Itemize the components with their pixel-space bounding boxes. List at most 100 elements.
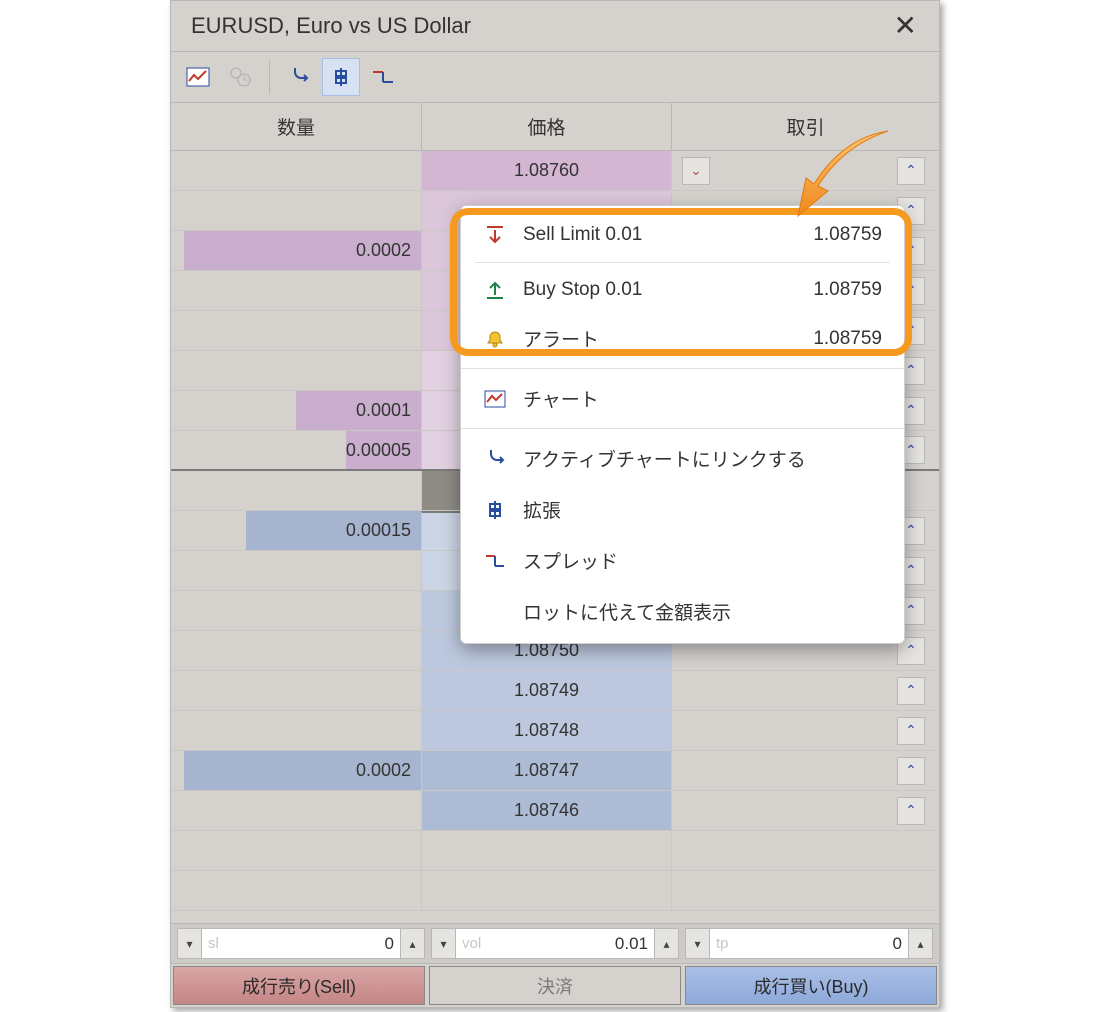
buy-chevron-button[interactable]: ⌃	[897, 677, 925, 705]
price-cell: 1.08747	[421, 751, 671, 790]
context-menu: Sell Limit 0.01 1.08759 Buy Stop 0.01 1.…	[460, 205, 905, 644]
trade-cell: ⌄⌃	[671, 791, 939, 830]
ctx-sell-limit[interactable]: Sell Limit 0.01 1.08759	[461, 212, 904, 258]
order-inputs: ▾ sl 0 ▴ ▾ vol0.01 ▴ ▾ tp 0 ▴	[171, 923, 939, 963]
close-order-button[interactable]: 決済	[429, 966, 681, 1005]
spread-icon[interactable]	[364, 58, 402, 96]
buy-chevron-button[interactable]: ⌃	[897, 717, 925, 745]
link-icon	[483, 448, 507, 470]
qty-cell: 0.00005	[171, 431, 421, 469]
trade-cell: ⌄⌃	[671, 871, 939, 910]
tp-input[interactable]: ▾ tp 0 ▴	[685, 928, 933, 959]
titlebar: EURUSD, Euro vs US Dollar ✕	[171, 1, 939, 51]
tp-value: 0	[893, 934, 902, 954]
trade-cell: ⌄⌃	[671, 711, 939, 750]
close-icon[interactable]: ✕	[884, 8, 927, 44]
sell-chevron-button[interactable]: ⌄	[682, 157, 710, 185]
buy-arrow-icon	[483, 279, 507, 301]
ctx-alert[interactable]: アラート 1.08759	[461, 313, 904, 364]
qty-cell: 0.00015	[171, 511, 421, 550]
qty-cell: 0.0002	[171, 231, 421, 270]
buy-chevron-button[interactable]: ⌃	[897, 797, 925, 825]
qty-value: 0.0001	[356, 400, 411, 421]
dom-row[interactable]: 1.08749⌄⌃	[171, 671, 939, 711]
ctx-extended-label: 拡張	[523, 496, 561, 523]
menu-separator	[461, 428, 904, 429]
clock-icon[interactable]	[221, 58, 259, 96]
qty-cell	[171, 311, 421, 350]
qty-cell	[171, 671, 421, 710]
chart-icon	[483, 390, 507, 408]
qty-cell	[171, 791, 421, 830]
chart-icon[interactable]	[179, 58, 217, 96]
ctx-show-amount-label: ロットに代えて金額表示	[523, 598, 731, 625]
buy-chevron-button[interactable]: ⌃	[897, 757, 925, 785]
qty-value: 0.0002	[356, 240, 411, 261]
dropdown-icon[interactable]: ▾	[686, 929, 710, 958]
dom-row[interactable]: 1.08748⌄⌃	[171, 711, 939, 751]
col-price[interactable]: 価格	[421, 103, 671, 150]
sell-button[interactable]: 成行売り(Sell)	[173, 966, 425, 1005]
sl-input[interactable]: ▾ sl 0 ▴	[177, 928, 425, 959]
vol-value: 0.01	[615, 934, 648, 954]
dropdown-icon[interactable]: ▾	[178, 929, 202, 958]
buy-button[interactable]: 成行買い(Buy)	[685, 966, 937, 1005]
ctx-buy-stop[interactable]: Buy Stop 0.01 1.08759	[461, 267, 904, 313]
ctx-alert-label: アラート	[523, 325, 599, 352]
ctx-extended[interactable]: 拡張	[461, 484, 904, 535]
ctx-buy-stop-label: Buy Stop 0.01	[523, 279, 642, 301]
vol-input[interactable]: ▾ vol0.01 ▴	[431, 928, 679, 959]
ctx-chart-label: チャート	[523, 385, 599, 412]
ctx-show-amount[interactable]: ロットに代えて金額表示	[461, 586, 904, 637]
ctx-chart[interactable]: チャート	[461, 373, 904, 424]
dom-row[interactable]: 1.08760⌄⌃	[171, 151, 939, 191]
sl-value: 0	[385, 934, 394, 954]
menu-separator	[475, 262, 890, 263]
col-trade[interactable]: 取引	[671, 103, 939, 150]
action-bar: 成行売り(Sell) 決済 成行買い(Buy)	[171, 963, 939, 1007]
sl-placeholder: sl	[208, 935, 219, 952]
dom-row[interactable]: 1.08746⌄⌃	[171, 791, 939, 831]
qty-cell	[171, 711, 421, 750]
extended-icon	[483, 499, 507, 521]
stepper-up-icon[interactable]: ▴	[908, 929, 932, 958]
ctx-spread[interactable]: スプレッド	[461, 535, 904, 586]
qty-cell	[171, 871, 421, 910]
qty-cell	[171, 471, 421, 510]
qty-cell	[171, 591, 421, 630]
trade-cell: ⌄⌃	[671, 151, 939, 190]
qty-cell: 0.0001	[171, 391, 421, 430]
ctx-spread-label: スプレッド	[523, 547, 618, 574]
ctx-link-active[interactable]: アクティブチャートにリンクする	[461, 433, 904, 484]
price-cell: 1.08760	[421, 151, 671, 190]
dom-row[interactable]: ⌄⌃	[171, 871, 939, 911]
extended-view-icon[interactable]	[322, 58, 360, 96]
stepper-up-icon[interactable]: ▴	[654, 929, 678, 958]
ctx-buy-stop-price: 1.08759	[813, 279, 882, 301]
sell-arrow-icon	[483, 224, 507, 246]
column-header: 数量 価格 取引	[171, 103, 939, 151]
toolbar-separator	[269, 60, 270, 94]
tp-placeholder: tp	[716, 935, 729, 952]
toolbar	[171, 51, 939, 103]
price-cell	[421, 871, 671, 910]
stepper-up-icon[interactable]: ▴	[400, 929, 424, 958]
link-chart-icon[interactable]	[280, 58, 318, 96]
trade-cell: ⌄⌃	[671, 831, 939, 870]
dom-row[interactable]: 0.00021.08747⌄⌃	[171, 751, 939, 791]
dom-row[interactable]: ⌄⌃	[171, 831, 939, 871]
price-cell: 1.08749	[421, 671, 671, 710]
col-qty[interactable]: 数量	[171, 103, 421, 150]
ctx-sell-limit-price: 1.08759	[813, 224, 882, 246]
price-cell	[421, 831, 671, 870]
trade-cell: ⌄⌃	[671, 671, 939, 710]
ctx-link-active-label: アクティブチャートにリンクする	[523, 445, 806, 472]
dropdown-icon[interactable]: ▾	[432, 929, 456, 958]
buy-chevron-button[interactable]: ⌃	[897, 157, 925, 185]
price-cell: 1.08748	[421, 711, 671, 750]
qty-value: 0.00005	[346, 440, 411, 461]
qty-cell	[171, 191, 421, 230]
qty-cell	[171, 631, 421, 670]
ctx-sell-limit-label: Sell Limit 0.01	[523, 224, 642, 246]
qty-cell	[171, 151, 421, 190]
